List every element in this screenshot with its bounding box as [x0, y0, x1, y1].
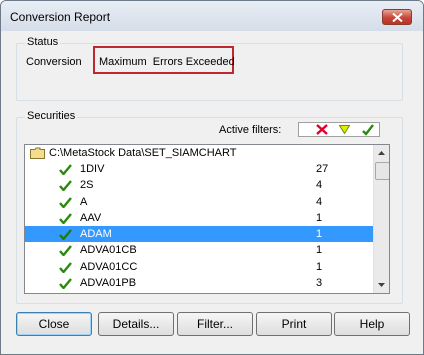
green-check-icon [59, 212, 72, 224]
help-button[interactable]: Help [334, 312, 410, 336]
scroll-thumb[interactable] [375, 162, 389, 180]
red-x-icon [316, 124, 328, 135]
vertical-scrollbar[interactable] [373, 145, 389, 293]
details-button[interactable]: Details... [98, 312, 174, 336]
window-title: Conversion Report [10, 10, 111, 24]
green-check-icon [59, 196, 72, 208]
folder-icon [30, 147, 45, 159]
security-count: 3 [316, 276, 323, 289]
security-name: ADVA01CC [80, 260, 138, 273]
print-button[interactable]: Print [256, 312, 332, 336]
green-check-icon [59, 180, 72, 192]
scroll-up-button[interactable] [374, 145, 389, 161]
scroll-down-arrow-icon [378, 283, 385, 287]
scroll-up-arrow-icon [378, 151, 385, 155]
security-name: 2S [80, 179, 94, 192]
security-row[interactable]: ADVA01PB 3 [25, 275, 373, 291]
folder-row[interactable]: C:\MetaStock Data\SET_SIAMCHART [25, 145, 373, 161]
securities-list[interactable]: C:\MetaStock Data\SET_SIAMCHART 1DIV 27 2S… [24, 144, 390, 294]
security-count: 1 [316, 211, 323, 224]
security-count: 27 [316, 163, 329, 175]
window-close-button[interactable] [382, 9, 412, 25]
security-row[interactable]: ADVA01CB 1 [25, 242, 373, 258]
security-row[interactable]: A4 [25, 194, 373, 210]
green-check-icon [59, 229, 72, 240]
security-count: 1 [316, 228, 323, 240]
security-row[interactable]: 1DIV 27 [25, 161, 373, 177]
security-count: 4 [316, 195, 323, 208]
security-row[interactable]: ADVA01CC 1 [25, 259, 373, 275]
active-filters-label: Active filters: [219, 124, 282, 136]
green-check-icon [59, 277, 72, 289]
security-row[interactable]: ADAM 1 [25, 226, 373, 242]
securities-group-label: Securities [25, 110, 78, 122]
active-filters-box [298, 122, 380, 137]
close-button[interactable]: Close [16, 312, 92, 336]
green-check-icon [59, 164, 72, 175]
conversion-status-highlight: Maximum Errors Exceeded [93, 46, 235, 74]
security-count: 4 [316, 179, 323, 192]
security-count: 1 [316, 260, 323, 273]
security-name: AAV [80, 211, 102, 224]
security-name: ADAM [80, 228, 112, 240]
security-row[interactable]: 2S 4 [25, 177, 373, 193]
conversion-label: Conversion [26, 56, 82, 68]
security-name: ADVA01PB [80, 276, 137, 289]
security-name: A [80, 195, 88, 208]
status-group-label: Status [25, 36, 61, 48]
folder-path: C:\MetaStock Data\SET_SIAMCHART [49, 147, 237, 159]
scroll-down-button[interactable] [374, 277, 389, 293]
title-bar[interactable]: Conversion Report [1, 1, 423, 31]
green-check-icon [59, 245, 72, 257]
filter-button[interactable]: Filter... [177, 312, 253, 336]
security-name: 1DIV [80, 163, 105, 175]
green-check-icon [59, 261, 72, 273]
security-count: 1 [316, 244, 323, 257]
security-name: ADVA01CB [80, 244, 137, 257]
conversion-report-dialog: Conversion Report Status Conversion Maxi… [0, 0, 424, 355]
green-check-icon [362, 124, 374, 136]
close-icon [392, 13, 403, 22]
yellow-triangle-icon [339, 125, 350, 134]
conversion-status-value: Maximum Errors Exceeded [99, 56, 235, 68]
security-row[interactable]: AAV 1 [25, 210, 373, 226]
